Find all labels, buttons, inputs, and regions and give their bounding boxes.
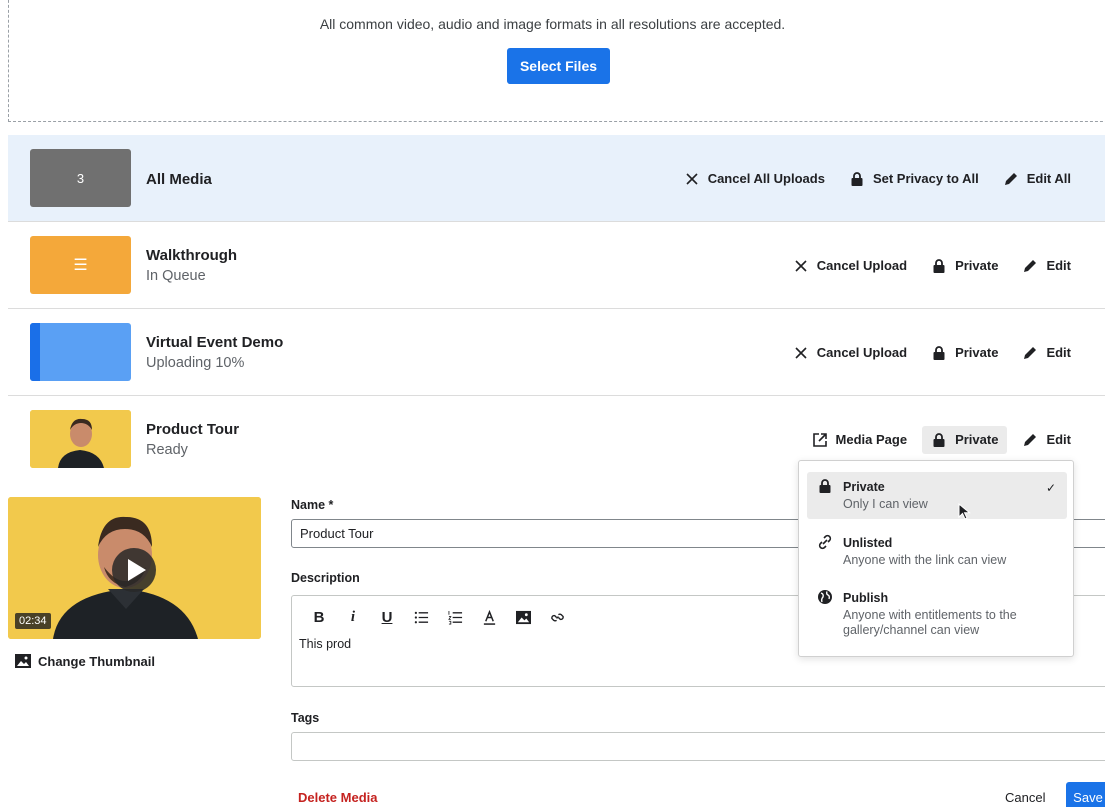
privacy-label: Private bbox=[955, 432, 999, 447]
text-color-button[interactable] bbox=[476, 606, 502, 628]
cancel-upload-button[interactable]: Cancel Upload bbox=[784, 252, 916, 280]
cancel-button[interactable]: Cancel bbox=[1005, 790, 1045, 805]
play-button[interactable] bbox=[112, 548, 156, 592]
change-thumbnail-button[interactable]: Change Thumbnail bbox=[14, 653, 155, 669]
dropzone-hint: All common video, audio and image format… bbox=[319, 16, 786, 32]
option-description: Anyone with the link can view bbox=[843, 553, 1007, 567]
privacy-option-unlisted[interactable]: Unlisted Anyone with the link can view bbox=[807, 528, 1067, 572]
privacy-button[interactable]: Private bbox=[922, 339, 1007, 367]
text-color-icon bbox=[483, 609, 495, 625]
cancel-all-label: Cancel All Uploads bbox=[707, 171, 825, 186]
play-icon bbox=[128, 559, 146, 581]
link-icon bbox=[818, 534, 832, 550]
cancel-upload-label: Cancel Upload bbox=[816, 258, 908, 273]
media-title: Product Tour bbox=[146, 421, 240, 438]
numbered-list-icon bbox=[447, 610, 462, 624]
lock-icon bbox=[851, 171, 863, 186]
all-media-row: 3 All Media Cancel All Uploads Set Priva… bbox=[8, 135, 1105, 222]
cancel-upload-label: Cancel Upload bbox=[816, 345, 908, 360]
media-status: Uploading 10% bbox=[146, 355, 245, 371]
image-icon bbox=[515, 610, 531, 624]
all-media-title: All Media bbox=[146, 171, 212, 188]
cancel-upload-button[interactable]: Cancel Upload bbox=[784, 339, 916, 367]
pencil-icon bbox=[1004, 172, 1017, 185]
privacy-label: Private bbox=[955, 258, 999, 273]
lock-icon bbox=[819, 479, 831, 493]
video-duration: 02:34 bbox=[15, 613, 51, 629]
bullet-list-button[interactable] bbox=[408, 606, 434, 628]
edit-all-label: Edit All bbox=[1026, 171, 1071, 186]
edit-label: Edit bbox=[1046, 432, 1071, 447]
bold-button[interactable]: B bbox=[306, 606, 332, 628]
edit-button[interactable]: Edit bbox=[1013, 339, 1080, 367]
privacy-option-publish[interactable]: Publish Anyone with entitlements to the … bbox=[807, 583, 1067, 645]
option-description: Only I can view bbox=[843, 497, 928, 511]
option-title: Unlisted bbox=[843, 536, 893, 550]
editor-toolbar: B i U bbox=[306, 606, 578, 628]
save-button[interactable]: Save bbox=[1066, 782, 1105, 807]
upload-progress-thumb bbox=[30, 323, 131, 381]
person-photo bbox=[30, 410, 131, 468]
edit-label: Edit bbox=[1046, 258, 1071, 273]
numbered-list-button[interactable] bbox=[442, 606, 468, 628]
pencil-icon bbox=[1024, 346, 1037, 359]
upload-progress-bar bbox=[30, 323, 41, 381]
option-description: Anyone with entitlements to the gallery/… bbox=[843, 608, 1017, 637]
globe-icon bbox=[818, 590, 832, 604]
tags-label: Tags bbox=[291, 711, 320, 725]
close-icon bbox=[686, 172, 698, 185]
privacy-label: Private bbox=[955, 345, 999, 360]
privacy-button[interactable]: Private bbox=[922, 252, 1007, 280]
underline-button[interactable]: U bbox=[374, 606, 400, 628]
queue-thumb: ☰ bbox=[30, 236, 131, 294]
edit-label: Edit bbox=[1046, 345, 1071, 360]
video-thumbnail[interactable] bbox=[30, 410, 131, 468]
media-row-virtual-event-demo: Virtual Event Demo Uploading 10% Cancel … bbox=[8, 309, 1105, 396]
media-count-thumb: 3 bbox=[30, 149, 131, 207]
mouse-cursor-icon bbox=[958, 503, 971, 520]
edit-button[interactable]: Edit bbox=[1013, 252, 1080, 280]
privacy-dropdown: Private Only I can view ✓ Unlisted Anyon… bbox=[798, 460, 1074, 657]
link-icon bbox=[550, 613, 564, 621]
description-label: Description bbox=[291, 571, 360, 585]
set-privacy-all-label: Set Privacy to All bbox=[872, 171, 979, 186]
media-row-walkthrough: ☰ Walkthrough In Queue Cancel Upload Pri… bbox=[8, 222, 1105, 309]
select-files-button[interactable]: Select Files bbox=[507, 48, 610, 84]
tags-input[interactable] bbox=[291, 732, 1105, 761]
pencil-icon bbox=[1024, 433, 1037, 446]
insert-image-button[interactable] bbox=[510, 606, 536, 628]
italic-button[interactable]: i bbox=[340, 606, 366, 628]
close-icon bbox=[795, 346, 807, 359]
media-title: Walkthrough bbox=[146, 247, 238, 264]
edit-all-button[interactable]: Edit All bbox=[994, 165, 1080, 193]
change-thumbnail-label: Change Thumbnail bbox=[38, 653, 155, 669]
media-title: Virtual Event Demo bbox=[146, 334, 284, 351]
delete-media-button[interactable]: Delete Media bbox=[298, 790, 377, 805]
cancel-all-uploads-button[interactable]: Cancel All Uploads bbox=[675, 165, 834, 193]
lock-icon bbox=[933, 258, 945, 273]
set-privacy-all-button[interactable]: Set Privacy to All bbox=[840, 165, 988, 193]
edit-button[interactable]: Edit bbox=[1013, 426, 1080, 454]
queue-icon: ☰ bbox=[73, 257, 88, 274]
media-status: Ready bbox=[146, 442, 188, 458]
description-text: This prod bbox=[299, 637, 352, 651]
media-page-button[interactable]: Media Page bbox=[803, 426, 917, 454]
check-icon: ✓ bbox=[1045, 481, 1056, 495]
privacy-option-private[interactable]: Private Only I can view ✓ bbox=[807, 472, 1067, 519]
bullet-list-icon bbox=[414, 611, 428, 623]
name-label: Name * bbox=[291, 498, 334, 512]
insert-link-button[interactable] bbox=[544, 606, 570, 628]
option-title: Private bbox=[843, 480, 885, 494]
privacy-button[interactable]: Private bbox=[922, 425, 1008, 454]
option-title: Publish bbox=[843, 591, 889, 605]
close-icon bbox=[795, 259, 807, 272]
lock-icon bbox=[933, 345, 945, 360]
external-link-icon bbox=[812, 432, 827, 447]
image-icon bbox=[15, 654, 31, 668]
lock-icon bbox=[933, 432, 945, 447]
pencil-icon bbox=[1024, 259, 1037, 272]
media-page-label: Media Page bbox=[835, 432, 908, 447]
media-status: In Queue bbox=[146, 268, 206, 284]
